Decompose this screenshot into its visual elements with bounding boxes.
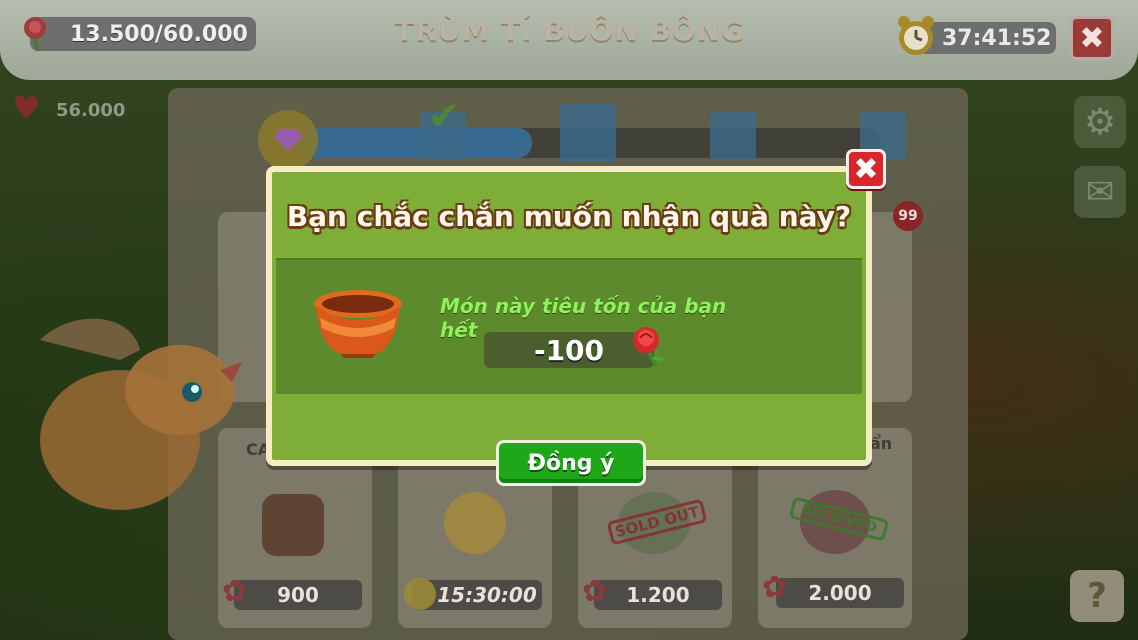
gift-box-icon[interactable] (710, 112, 756, 160)
rose-icon: ✿ (762, 570, 788, 605)
alarm-clock-icon (896, 14, 936, 58)
rose-icon: ✿ (582, 574, 608, 609)
dragon-mascot (10, 300, 250, 520)
rose-icon (20, 14, 54, 52)
event-title: TRÙM TÍ BUÔN BÔNG (395, 14, 745, 47)
gem-icon (258, 110, 318, 170)
cake-item-icon (444, 492, 506, 554)
divider (276, 258, 862, 260)
currency-value: 13.500/60.000 (70, 21, 248, 47)
hearts-value: 56.000 (56, 100, 126, 121)
card-price: 2.000 (776, 578, 904, 608)
alarm-clock-icon (404, 578, 436, 610)
card-price: 900 (234, 580, 362, 610)
dialog-question: Bạn chắc chắn muốn nhận quà này? (286, 200, 852, 233)
currency-pill: 13.500/60.000 (30, 17, 256, 51)
card-label: ẩn (870, 434, 893, 453)
gift-box-icon[interactable] (560, 104, 616, 162)
card-price: 1.200 (594, 580, 722, 610)
close-dialog-button[interactable]: ✖ (846, 149, 886, 189)
flower-pot-icon (310, 288, 406, 360)
settings-gear-icon[interactable]: ⚙ (1074, 96, 1126, 148)
heart-icon: ♥ (12, 89, 41, 127)
confirm-button[interactable]: Đồng ý (496, 440, 646, 486)
drum-item-icon (262, 494, 324, 556)
checkmark-icon: ✔ (428, 94, 460, 138)
confirm-dialog: Bạn chắc chắn muốn nhận quà này? Món này… (266, 166, 872, 486)
reward-progress-fill (300, 128, 532, 158)
help-button[interactable]: ? (1070, 570, 1124, 622)
mail-icon[interactable]: ✉ (1074, 166, 1126, 218)
timer-value: 37:41:52 (942, 25, 1052, 51)
close-event-button[interactable]: ✖ (1070, 16, 1114, 60)
notification-badge: 99 (893, 201, 923, 231)
rose-icon: ✿ (222, 574, 248, 609)
rose-icon (626, 324, 670, 368)
timer-pill: 37:41:52 (918, 22, 1056, 54)
